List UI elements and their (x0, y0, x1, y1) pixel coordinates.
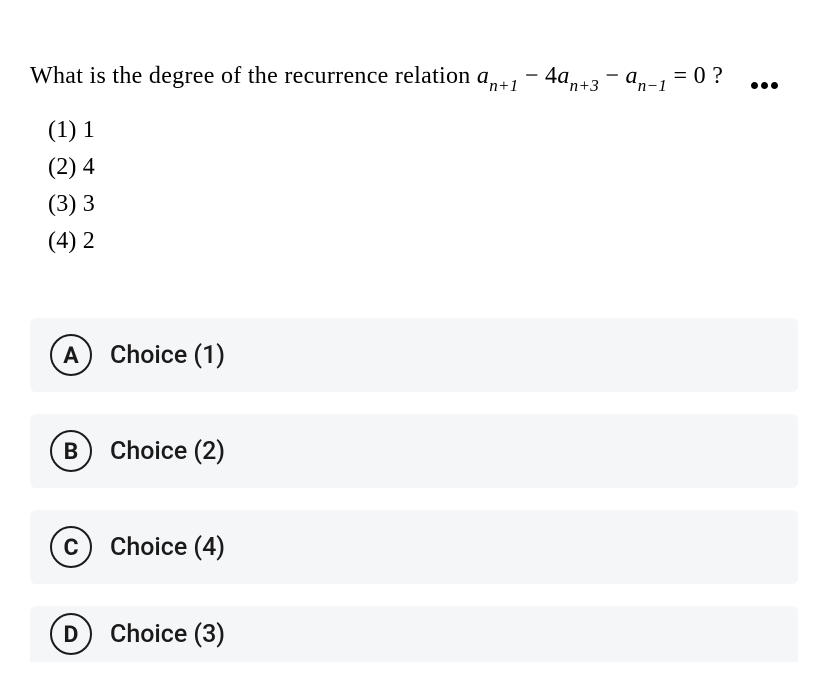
option-2: (2) 4 (48, 149, 780, 186)
more-options-icon[interactable] (751, 82, 778, 89)
answer-choice-b[interactable]: B Choice (2) (30, 414, 798, 488)
options-list: (1) 1 (2) 4 (3) 3 (4) 2 (0, 96, 828, 261)
math-minus2: − (599, 63, 625, 89)
question-prefix: What is the degree of the recurrence rel… (30, 63, 477, 89)
letter-circle-a: A (50, 334, 92, 376)
math-sub3: n−1 (638, 76, 667, 95)
math-sub2: n+3 (570, 76, 599, 95)
math-a3: a (625, 63, 637, 89)
answer-choice-c[interactable]: C Choice (4) (30, 510, 798, 584)
question-text: What is the degree of the recurrence rel… (30, 60, 798, 96)
question-area: What is the degree of the recurrence rel… (0, 0, 828, 96)
choice-label-a: Choice (1) (110, 341, 225, 370)
option-1: (1) 1 (48, 112, 780, 149)
choice-label-c: Choice (4) (110, 533, 225, 562)
math-eq: = 0 ? (667, 63, 723, 89)
answer-choices: A Choice (1) B Choice (2) C Choice (4) D… (0, 260, 828, 662)
letter-circle-d: D (50, 613, 92, 655)
option-4: (4) 2 (48, 223, 780, 260)
letter-circle-b: B (50, 430, 92, 472)
page-container: What is the degree of the recurrence rel… (0, 0, 828, 690)
math-sub1: n+1 (489, 76, 518, 95)
option-3: (3) 3 (48, 186, 780, 223)
choice-label-b: Choice (2) (110, 437, 225, 466)
answer-choice-d[interactable]: D Choice (3) (30, 606, 798, 662)
math-a1: a (477, 63, 489, 89)
math-a2: a (557, 63, 569, 89)
answer-choice-a[interactable]: A Choice (1) (30, 318, 798, 392)
math-minus1: − 4 (519, 63, 558, 89)
choice-label-d: Choice (3) (110, 620, 225, 649)
letter-circle-c: C (50, 526, 92, 568)
